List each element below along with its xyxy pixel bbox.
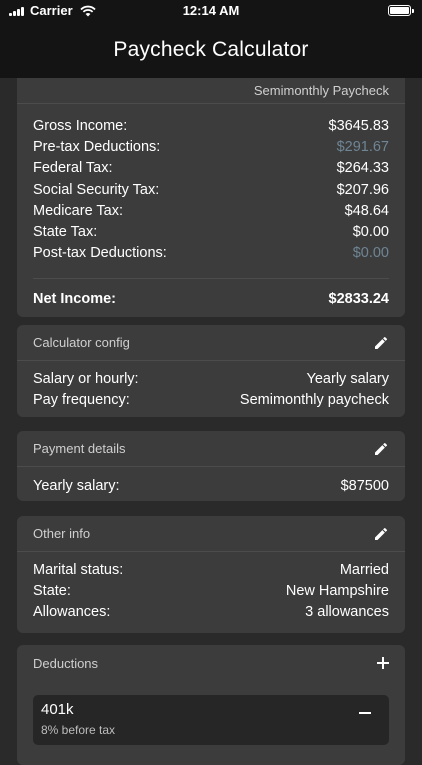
battery-icon [388,5,414,16]
config-header: Calculator config [17,325,405,361]
row-value: Married [339,561,389,578]
row-value: $291.67 [336,138,389,155]
summary-row: Federal Tax: $264.33 [17,158,405,179]
other-info-card: Other info Marital status: Married State… [17,516,405,633]
net-income-label: Net Income: [33,291,116,308]
row-value: New Hampshire [285,582,389,599]
row-value: $87500 [340,477,389,494]
calculator-config-card: Calculator config Salary or hourly: Year… [17,325,405,417]
edit-pencil-icon[interactable] [373,335,389,351]
row-value: $264.33 [336,160,389,177]
navigation-bar: Paycheck Calculator [0,22,422,78]
summary-header-label: Semimonthly Paycheck [253,83,389,98]
other-header-label: Other info [33,526,91,541]
other-row: Allowances: 3 allowances [17,602,405,623]
config-row: Salary or hourly: Yearly salary [17,368,405,389]
row-value: $0.00 [352,245,389,262]
row-value: 3 allowances [305,604,389,621]
summary-row: Gross Income: $3645.83 [17,115,405,136]
summary-row: Social Security Tax: $207.96 [17,179,405,200]
row-value: $48.64 [344,202,389,219]
payment-header-label: Payment details [33,441,126,456]
summary-card: Semimonthly Paycheck Gross Income: $3645… [17,78,405,317]
summary-header: Semimonthly Paycheck [17,78,405,104]
row-label: Yearly salary: [33,477,120,494]
net-income-row: Net Income: $2833.24 [33,278,389,307]
config-header-label: Calculator config [33,335,130,350]
row-label: Gross Income: [33,117,128,134]
row-label: State Tax: [33,224,98,241]
other-row: State: New Hampshire [17,580,405,601]
row-label: Allowances: [33,604,111,621]
row-label: Pre-tax Deductions: [33,138,161,155]
net-income-value: $2833.24 [328,291,389,308]
deductions-header: Deductions [17,645,405,681]
deductions-card: Deductions 401k 8% before tax [17,645,405,765]
payment-details-card: Payment details Yearly salary: $87500 [17,431,405,501]
status-time: 12:14 AM [182,3,240,18]
status-bar: Carrier 12:14 AM [0,0,422,22]
summary-row: Post-tax Deductions: $0.00 [17,243,405,264]
deduction-item[interactable]: 401k 8% before tax [33,695,389,745]
edit-pencil-icon[interactable] [373,526,389,542]
other-header: Other info [17,516,405,552]
row-label: Medicare Tax: [33,202,123,219]
remove-deduction-minus-icon[interactable] [359,712,371,714]
deduction-detail: 8% before tax [41,723,116,737]
summary-row: Medicare Tax: $48.64 [17,200,405,221]
row-label: State: [33,582,71,599]
row-value: Yearly salary [306,370,389,387]
row-value: $3645.83 [328,117,389,134]
edit-pencil-icon[interactable] [373,441,389,457]
payment-row: Yearly salary: $87500 [17,475,405,496]
row-label: Salary or hourly: [33,370,139,387]
deduction-name: 401k [41,701,74,718]
row-label: Pay frequency: [33,391,130,408]
payment-header: Payment details [17,431,405,467]
row-label: Federal Tax: [33,160,113,177]
row-value: $0.00 [352,224,389,241]
summary-row: State Tax: $0.00 [17,221,405,242]
page-title: Paycheck Calculator [113,38,309,61]
summary-row: Pre-tax Deductions: $291.67 [17,136,405,157]
row-label: Social Security Tax: [33,181,160,198]
deductions-header-label: Deductions [33,655,99,671]
other-row: Marital status: Married [17,559,405,580]
row-label: Post-tax Deductions: [33,245,167,262]
add-deduction-plus-icon[interactable] [377,657,389,669]
row-value: Semimonthly paycheck [239,391,389,408]
row-value: $207.96 [336,181,389,198]
row-label: Marital status: [33,561,124,578]
config-row: Pay frequency: Semimonthly paycheck [17,389,405,410]
